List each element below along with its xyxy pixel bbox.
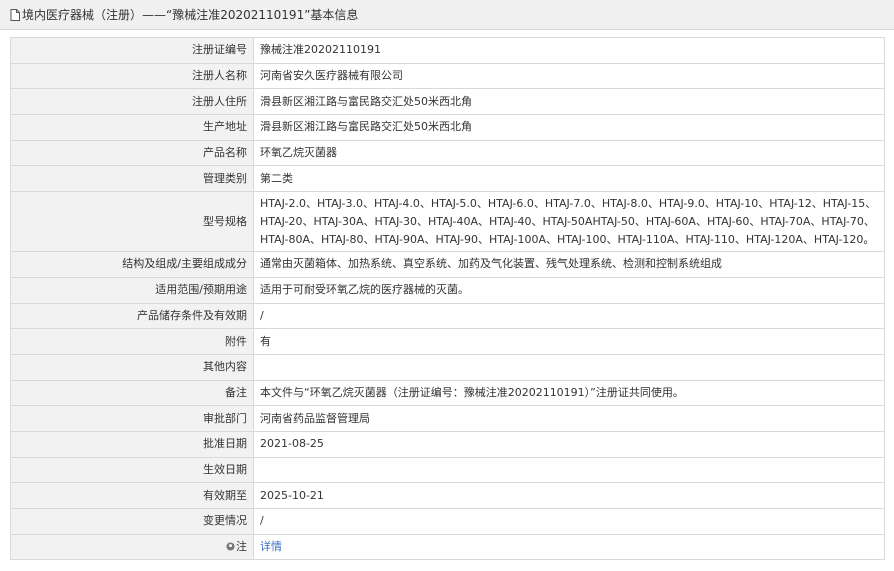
table-row: 产品储存条件及有效期 /	[10, 302, 885, 330]
row-label: 产品储存条件及有效期	[10, 302, 254, 330]
row-label: 变更情况	[10, 508, 254, 535]
row-value: 适用于可耐受环氧乙烷的医疗器械的灭菌。	[253, 276, 885, 304]
table-row: 生效日期	[10, 456, 885, 484]
row-value: 河南省药品监督管理局	[253, 405, 885, 432]
table-row: 注册人住所 滑县新区湘江路与富民路交汇处50米西北角	[10, 88, 885, 116]
row-value	[253, 456, 885, 484]
table-row: 批准日期 2021-08-25	[10, 430, 885, 458]
note-value-cell: 详情	[253, 533, 885, 561]
row-label: 管理类别	[10, 165, 254, 193]
document-icon	[10, 8, 20, 21]
row-label: 审批部门	[10, 405, 254, 432]
table-row: 注册人名称 河南省安久医疗器械有限公司	[10, 62, 885, 90]
row-value: 滑县新区湘江路与富民路交汇处50米西北角	[253, 114, 885, 141]
row-label: 适用范围/预期用途	[10, 276, 254, 304]
row-label: 生效日期	[10, 456, 254, 484]
row-value: 滑县新区湘江路与富民路交汇处50米西北角	[253, 88, 885, 116]
table-row: 适用范围/预期用途 适用于可耐受环氧乙烷的医疗器械的灭菌。	[10, 276, 885, 304]
row-label: 注册证编号	[10, 37, 254, 64]
note-row: 注 详情	[10, 533, 885, 561]
row-value: 2025-10-21	[253, 482, 885, 509]
row-label: 备注	[10, 379, 254, 407]
note-label-cell: 注	[10, 533, 254, 561]
details-link[interactable]: 详情	[260, 540, 282, 553]
row-value: 环氧乙烷灭菌器	[253, 139, 885, 167]
row-value: /	[253, 302, 885, 330]
row-value: 河南省安久医疗器械有限公司	[253, 62, 885, 90]
row-value: 豫械注准20202110191	[253, 37, 885, 64]
row-value: 2021-08-25	[253, 430, 885, 458]
table-row: 附件 有	[10, 328, 885, 355]
location-pin-icon	[226, 542, 235, 551]
row-label: 附件	[10, 328, 254, 355]
row-label: 其他内容	[10, 353, 254, 381]
table-row: 生产地址 滑县新区湘江路与富民路交汇处50米西北角	[10, 114, 885, 141]
page-title: 境内医疗器械（注册）——“豫械注准20202110191”基本信息	[22, 8, 359, 22]
row-label: 结构及组成/主要组成成分	[10, 251, 254, 278]
table-row: 结构及组成/主要组成成分 通常由灭菌箱体、加热系统、真空系统、加药及气化装置、残…	[10, 251, 885, 278]
table-row: 审批部门 河南省药品监督管理局	[10, 405, 885, 432]
row-value: 有	[253, 328, 885, 355]
table-row: 变更情况 /	[10, 508, 885, 535]
row-label: 注册人住所	[10, 88, 254, 116]
row-label: 生产地址	[10, 114, 254, 141]
info-table: 注册证编号 豫械注准20202110191 注册人名称 河南省安久医疗器械有限公…	[10, 37, 885, 561]
table-row: 注册证编号 豫械注准20202110191	[10, 37, 885, 64]
table-row: 其他内容	[10, 353, 885, 381]
row-label: 型号规格	[10, 191, 254, 253]
info-table-wrapper: 注册证编号 豫械注准20202110191 注册人名称 河南省安久医疗器械有限公…	[10, 37, 885, 561]
row-label: 有效期至	[10, 482, 254, 509]
row-value: /	[253, 508, 885, 535]
row-label: 批准日期	[10, 430, 254, 458]
page-title-bar: 境内医疗器械（注册）——“豫械注准20202110191”基本信息	[0, 0, 894, 30]
row-label: 注册人名称	[10, 62, 254, 90]
table-row: 产品名称 环氧乙烷灭菌器	[10, 139, 885, 167]
row-value: HTAJ-2.0、HTAJ-3.0、HTAJ-4.0、HTAJ-5.0、HTAJ…	[253, 191, 885, 253]
table-row: 型号规格 HTAJ-2.0、HTAJ-3.0、HTAJ-4.0、HTAJ-5.0…	[10, 191, 885, 253]
table-row: 有效期至 2025-10-21	[10, 482, 885, 509]
row-value	[253, 353, 885, 381]
table-row: 备注 本文件与“环氧乙烷灭菌器（注册证编号：豫械注准20202110191）”注…	[10, 379, 885, 407]
table-row: 管理类别 第二类	[10, 165, 885, 193]
row-value: 本文件与“环氧乙烷灭菌器（注册证编号：豫械注准20202110191）”注册证共…	[253, 379, 885, 407]
row-label: 产品名称	[10, 139, 254, 167]
note-label: 注	[236, 540, 247, 554]
row-value: 通常由灭菌箱体、加热系统、真空系统、加药及气化装置、残气处理系统、检测和控制系统…	[253, 251, 885, 278]
row-value: 第二类	[253, 165, 885, 193]
